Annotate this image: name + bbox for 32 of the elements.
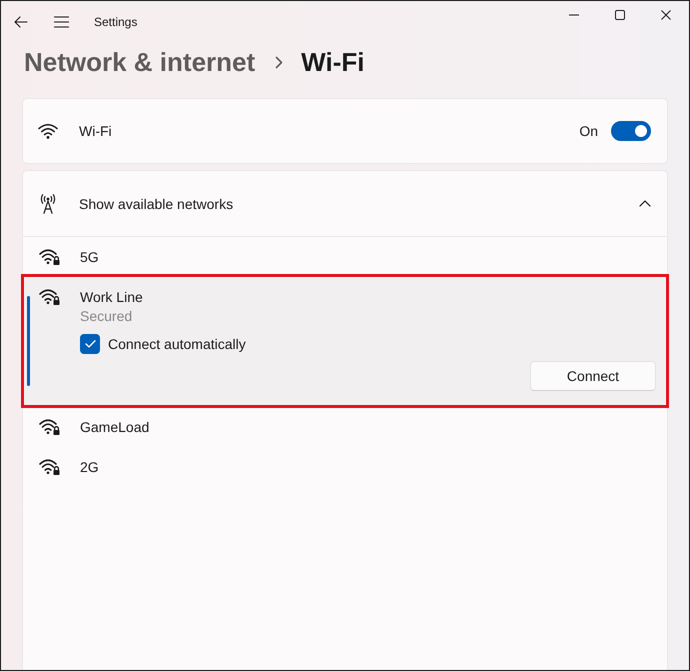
maximize-icon[interactable]	[615, 10, 625, 20]
network-item[interactable]: GameLoad	[25, 408, 665, 446]
check-icon	[84, 340, 96, 348]
connect-button[interactable]: Connect	[530, 361, 656, 391]
breadcrumb-link[interactable]: Network & internet	[24, 45, 256, 79]
wifi-lock-icon	[39, 288, 61, 306]
wifi-icon	[38, 123, 58, 139]
network-name: GameLoad	[80, 418, 150, 436]
antenna-icon	[40, 194, 56, 214]
network-name: 2G	[80, 458, 99, 476]
page-title: Wi-Fi	[301, 46, 364, 79]
network-item[interactable]: 2G	[25, 448, 665, 486]
network-item[interactable]: 5G	[25, 238, 665, 276]
section-label: Show available networks	[79, 196, 234, 212]
back-arrow-icon[interactable]	[14, 16, 28, 28]
menu-icon[interactable]	[54, 16, 69, 28]
minimize-icon[interactable]	[569, 14, 579, 16]
wifi-lock-icon	[39, 248, 61, 266]
toggle-state-label: On	[579, 123, 598, 139]
wifi-label: Wi-Fi	[79, 123, 112, 139]
close-icon[interactable]	[661, 10, 671, 20]
window-title: Settings	[94, 15, 138, 29]
network-status: Secured	[80, 307, 132, 325]
network-name: 5G	[80, 248, 99, 266]
network-name: Work Line	[80, 288, 143, 307]
toggle-switch[interactable]	[611, 121, 651, 141]
chevron-right-icon	[275, 56, 284, 68]
checkbox[interactable]	[80, 334, 100, 354]
wifi-lock-icon	[39, 458, 61, 476]
wifi-lock-icon	[39, 418, 61, 436]
chevron-up-icon[interactable]	[639, 200, 651, 207]
checkbox-label: Connect automatically	[108, 336, 246, 352]
